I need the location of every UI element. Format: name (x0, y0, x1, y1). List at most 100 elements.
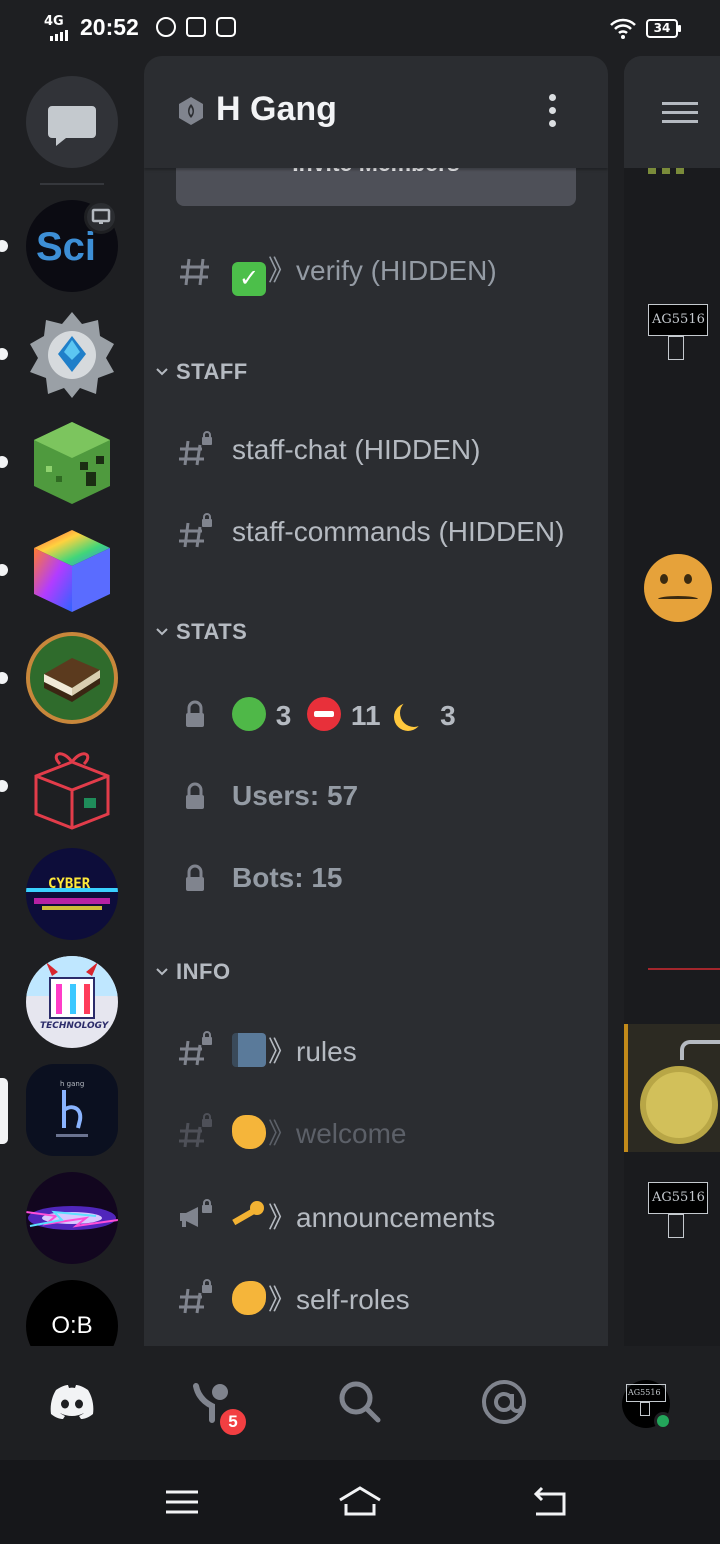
divider-red (648, 968, 720, 970)
mentions-tab[interactable] (478, 1376, 530, 1428)
direct-messages-button[interactable] (26, 76, 118, 168)
battery-level: 34 (653, 21, 671, 35)
creeper-icon (34, 422, 110, 504)
server-creeper[interactable] (26, 416, 118, 508)
trumpet-emoji-icon (232, 1199, 266, 1233)
cyber-server-icon: CYBER (26, 876, 118, 910)
channel-announcements[interactable]: 》announcements (144, 1186, 608, 1246)
server-energy[interactable] (26, 1172, 118, 1264)
svg-text:TECHNOLOGY: TECHNOLOGY (40, 1021, 110, 1031)
at-sign-icon (482, 1380, 526, 1424)
category-info[interactable]: INFO (154, 954, 231, 990)
server-rail[interactable]: Sci CYBER TECHNOLOGY h gang O:B (0, 56, 144, 1346)
locked-hash-icon (179, 431, 212, 466)
recents-button[interactable] (158, 1480, 206, 1524)
channel-name: 》verify (HIDDEN) (268, 254, 497, 286)
bottom-nav: AG5516 (0, 1346, 720, 1460)
channel-verify[interactable]: ✓ 》verify (HIDDEN) (144, 242, 608, 302)
profile-tab[interactable]: AG5516 (622, 1380, 672, 1430)
back-icon (533, 1486, 566, 1516)
technology-server-icon: TECHNOLOGY (26, 956, 118, 1031)
no-entry-emoji-icon (307, 696, 342, 731)
unread-pill (0, 240, 8, 252)
unread-pill (0, 672, 8, 684)
h-gang-server-icon: h gang (56, 1080, 88, 1137)
category-stats[interactable]: STATS (154, 614, 247, 650)
channel-rules[interactable]: 》rules (144, 1020, 608, 1080)
username-tag: AG5516 (652, 312, 705, 327)
channel-stats-bots[interactable]: Bots: 15 (144, 848, 608, 908)
server-header[interactable]: H Gang (144, 56, 608, 168)
rail-divider (40, 183, 104, 185)
battery-icon: 34 (646, 19, 681, 38)
notebook-emoji-icon (232, 1033, 266, 1067)
chat-area: AG5516 AG5516 (624, 168, 720, 1346)
unread-pill (0, 564, 8, 576)
svg-text:h gang: h gang (60, 1080, 84, 1088)
server-cyber[interactable]: CYBER (26, 848, 118, 940)
home-tab[interactable] (46, 1376, 98, 1428)
channel-staff-chat[interactable]: staff-chat (HIDDEN) (144, 420, 608, 480)
emoji-strip (648, 168, 688, 176)
network-type: 4G (44, 14, 64, 29)
avatar: AG5516 (648, 304, 710, 366)
home-button[interactable] (336, 1480, 384, 1524)
unread-pill (0, 780, 8, 792)
server-gift[interactable] (26, 740, 118, 832)
mail-icon (186, 17, 206, 37)
more-options-icon[interactable] (540, 94, 564, 130)
clock: 20:52 (80, 14, 139, 40)
notification-badge: 5 (217, 1406, 249, 1438)
channel-stats-users[interactable]: Users: 57 (144, 766, 608, 826)
chat-peek[interactable]: AG5516 AG5516 (624, 56, 720, 1346)
server-gear-gem[interactable] (26, 308, 118, 400)
locked-hash-icon (179, 1113, 212, 1148)
server-h-gang[interactable]: h gang (26, 1064, 118, 1156)
channel-self-roles[interactable]: 》self-roles (144, 1268, 608, 1328)
server-ob[interactable]: O:B (26, 1280, 118, 1346)
category-label: INFO (176, 959, 231, 984)
system-nav-bar (0, 1460, 720, 1544)
channel-label: 》announcements (232, 1196, 495, 1236)
stats-status-label: 3 11 3 (232, 696, 456, 732)
lock-icon (186, 700, 204, 727)
channel-name: 》self-roles (268, 1284, 410, 1315)
channel-label: ✓ 》verify (HIDDEN) (232, 249, 497, 296)
search-tab[interactable] (334, 1376, 386, 1428)
home-icon (339, 1486, 381, 1516)
chat-header (624, 56, 720, 168)
avatar-tag: AG5516 (628, 1388, 661, 1397)
dnd-count: 11 (350, 699, 381, 731)
community-badge-icon (179, 97, 203, 125)
channel-welcome[interactable]: 》welcome (144, 1102, 608, 1162)
server-book[interactable] (26, 632, 118, 724)
status-bar: 4G 20:52 34 (0, 0, 720, 56)
ob-server-label: O:B (51, 1312, 93, 1339)
menu-icon[interactable] (662, 102, 698, 124)
hash-icon (180, 258, 209, 286)
avatar: AG5516 (648, 1182, 710, 1244)
channel-stats-status[interactable]: 3 11 3 (144, 684, 608, 744)
svg-text:CYBER: CYBER (48, 876, 91, 892)
search-icon (339, 1381, 381, 1423)
server-rainbow-cube[interactable] (26, 524, 118, 616)
back-button[interactable] (526, 1480, 574, 1524)
menu-lines-icon (166, 1490, 198, 1514)
chat-bubble-icon (48, 106, 96, 146)
category-staff[interactable]: STAFF (154, 354, 248, 390)
pinching-hand-emoji-icon (232, 1281, 266, 1315)
whatsapp-icon (156, 17, 176, 37)
server-technology[interactable]: TECHNOLOGY (26, 956, 118, 1048)
lock-icon (186, 782, 204, 809)
unread-pill (0, 456, 8, 468)
unread-pill (0, 348, 8, 360)
channel-name: Users: 57 (232, 780, 359, 811)
channel-name: staff-chat (HIDDEN) (232, 434, 481, 465)
locked-hash-icon (179, 1279, 212, 1314)
chevron-down-icon (156, 628, 168, 636)
selected-server-pill (0, 1078, 8, 1144)
channel-label: 》welcome (232, 1112, 406, 1152)
channel-name: Bots: 15 (232, 862, 343, 893)
channel-staff-commands[interactable]: staff-commands (HIDDEN) (144, 502, 608, 562)
idle-count: 3 (440, 699, 456, 731)
